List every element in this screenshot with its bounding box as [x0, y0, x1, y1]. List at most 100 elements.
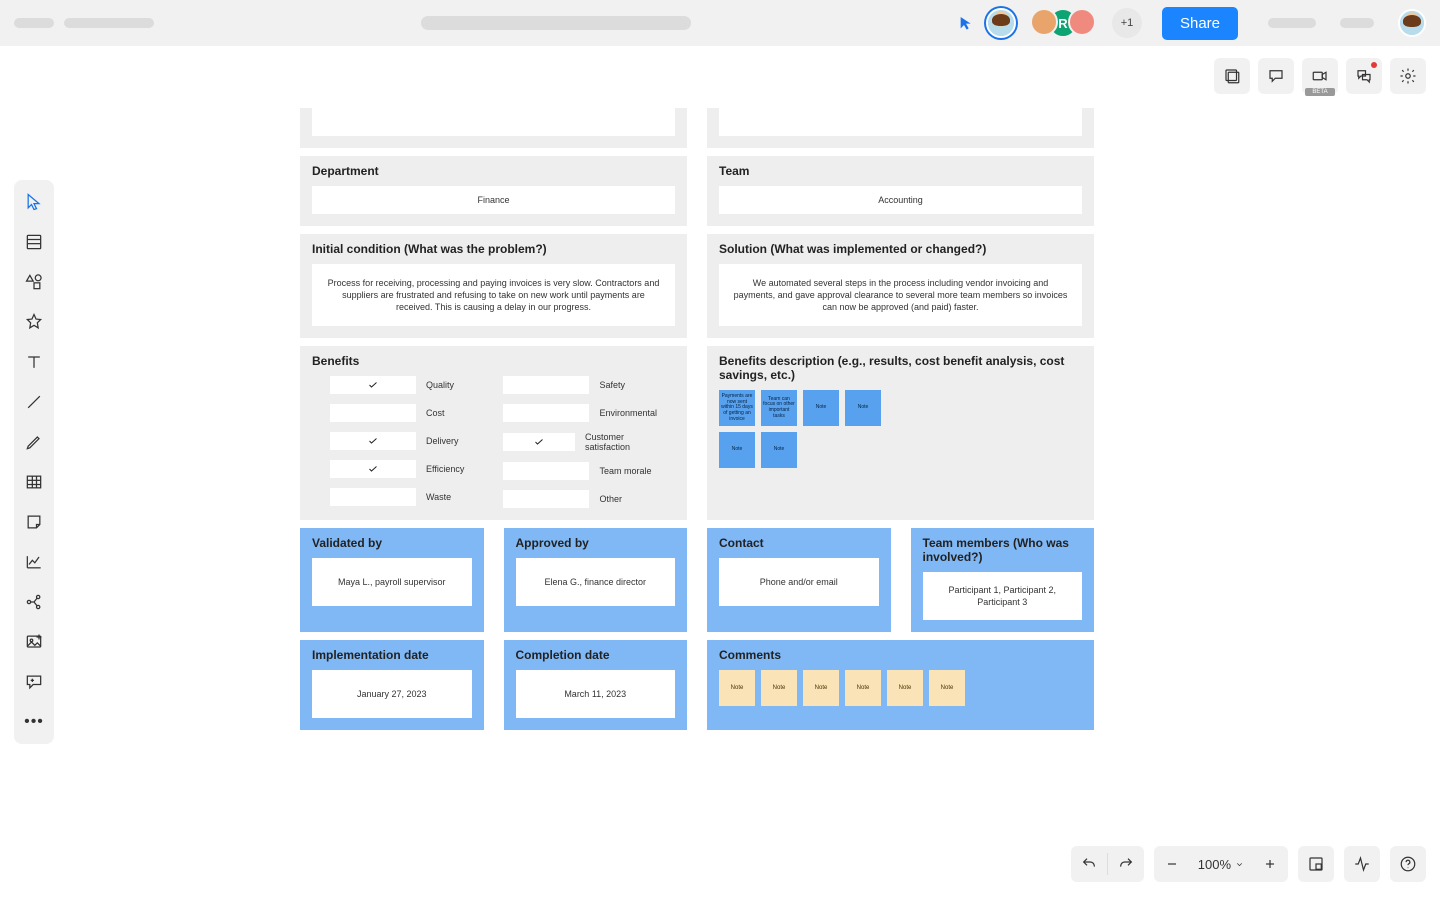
benefit-checkbox[interactable] — [503, 490, 589, 508]
team-card[interactable]: Team Accounting — [707, 156, 1094, 226]
undo-redo-group — [1071, 846, 1144, 882]
solution-card[interactable]: Solution (What was implemented or change… — [707, 234, 1094, 338]
menu-placeholder[interactable] — [14, 18, 54, 28]
sticky-note[interactable]: Team can focus on other important tasks — [761, 390, 797, 426]
benefit-row[interactable]: Safety — [503, 376, 657, 394]
help-button[interactable] — [1390, 846, 1426, 882]
approved-by-card[interactable]: Approved by Elena G., finance director — [504, 528, 688, 632]
initial-condition-card[interactable]: Initial condition (What was the problem?… — [300, 234, 687, 338]
sticky-note[interactable]: Note — [803, 390, 839, 426]
benefit-checkbox[interactable] — [503, 433, 575, 451]
zoom-in-button[interactable] — [1252, 846, 1288, 882]
card-value[interactable]: Accounting — [719, 186, 1082, 214]
overflow-count[interactable]: +1 — [1112, 8, 1142, 38]
text-tool[interactable] — [22, 350, 46, 374]
validated-by-card[interactable]: Validated by Maya L., payroll supervisor — [300, 528, 484, 632]
card-value[interactable]: March 11, 2023 — [516, 670, 676, 718]
sticky-note[interactable]: Payments are now sent within 15 days of … — [719, 390, 755, 426]
sticky-note[interactable]: Note — [761, 670, 797, 706]
canvas-frame[interactable]: Department Finance Team Accounting Initi… — [300, 108, 1094, 738]
zoom-level[interactable]: 100% — [1190, 857, 1252, 872]
share-button[interactable]: Share — [1162, 7, 1238, 40]
card-value[interactable]: Finance — [312, 186, 675, 214]
benefit-row[interactable]: Delivery — [330, 432, 483, 450]
benefit-row[interactable]: Efficiency — [330, 460, 483, 478]
department-card[interactable]: Department Finance — [300, 156, 687, 226]
benefit-label: Efficiency — [426, 464, 464, 474]
shapes-tool[interactable] — [22, 270, 46, 294]
sticky-tool[interactable] — [22, 510, 46, 534]
benefit-checkbox[interactable] — [330, 432, 416, 450]
card-value[interactable]: Process for receiving, processing and pa… — [312, 264, 675, 326]
chat-icon[interactable] — [1346, 58, 1382, 94]
sticky-note[interactable]: Note — [929, 670, 965, 706]
card-value[interactable]: Participant 1, Participant 2, Participan… — [923, 572, 1083, 620]
card-title: Approved by — [516, 536, 676, 550]
redo-button[interactable] — [1108, 846, 1144, 882]
benefit-checkbox[interactable] — [330, 404, 416, 422]
benefit-row[interactable]: Environmental — [503, 404, 657, 422]
activity-button[interactable] — [1344, 846, 1380, 882]
benefit-row[interactable]: Waste — [330, 488, 483, 506]
benefit-checkbox[interactable] — [330, 488, 416, 506]
benefit-row[interactable]: Other — [503, 490, 657, 508]
comment-icon[interactable] — [1258, 58, 1294, 94]
sticky-note[interactable]: Note — [719, 432, 755, 468]
chart-tool[interactable] — [22, 550, 46, 574]
notes-icon[interactable] — [1214, 58, 1250, 94]
settings-icon[interactable] — [1390, 58, 1426, 94]
benefits-card[interactable]: Benefits QualityCostDeliveryEfficiencyWa… — [300, 346, 687, 520]
image-tool[interactable] — [22, 630, 46, 654]
collaborator-avatars[interactable]: R — [1040, 8, 1096, 38]
title-placeholder[interactable] — [64, 18, 154, 28]
presenter-avatar[interactable] — [986, 8, 1016, 38]
benefit-row[interactable]: Customer satisfaction — [503, 432, 657, 452]
template-tool[interactable] — [22, 230, 46, 254]
benefit-row[interactable]: Team morale — [503, 462, 657, 480]
benefit-checkbox[interactable] — [503, 462, 589, 480]
user-avatar[interactable] — [1398, 9, 1426, 37]
sticky-note[interactable]: Note — [761, 432, 797, 468]
benefit-row[interactable]: Cost — [330, 404, 483, 422]
card-value[interactable]: Phone and/or email — [719, 558, 879, 606]
more-tools[interactable]: ••• — [22, 710, 46, 734]
card-cutoff[interactable] — [707, 108, 1094, 148]
table-tool[interactable] — [22, 470, 46, 494]
benefit-row[interactable]: Quality — [330, 376, 483, 394]
benefit-checkbox[interactable] — [503, 376, 589, 394]
avatar[interactable] — [1068, 8, 1096, 36]
sticky-note[interactable]: Note — [719, 670, 755, 706]
benefits-desc-card[interactable]: Benefits description (e.g., results, cos… — [707, 346, 1094, 520]
comment-tool[interactable] — [22, 670, 46, 694]
comp-date-card[interactable]: Completion date March 11, 2023 — [504, 640, 688, 730]
line-tool[interactable] — [22, 390, 46, 414]
card-cutoff[interactable] — [300, 108, 687, 148]
card-value[interactable]: January 27, 2023 — [312, 670, 472, 718]
center-placeholder[interactable] — [421, 16, 691, 30]
minimap-button[interactable] — [1298, 846, 1334, 882]
video-icon[interactable]: BETA — [1302, 58, 1338, 94]
card-value[interactable]: We automated several steps in the proces… — [719, 264, 1082, 326]
sticky-note[interactable]: Note — [803, 670, 839, 706]
benefit-checkbox[interactable] — [330, 460, 416, 478]
impl-date-card[interactable]: Implementation date January 27, 2023 — [300, 640, 484, 730]
contact-card[interactable]: Contact Phone and/or email — [707, 528, 891, 632]
card-value[interactable]: Elena G., finance director — [516, 558, 676, 606]
pen-tool[interactable] — [22, 430, 46, 454]
mindmap-tool[interactable] — [22, 590, 46, 614]
team-members-card[interactable]: Team members (Who was involved?) Partici… — [911, 528, 1095, 632]
benefit-checkbox[interactable] — [503, 404, 589, 422]
star-tool[interactable] — [22, 310, 46, 334]
sticky-note[interactable]: Note — [845, 390, 881, 426]
card-value[interactable]: Maya L., payroll supervisor — [312, 558, 472, 606]
comments-card[interactable]: Comments NoteNoteNoteNoteNoteNote — [707, 640, 1094, 730]
sticky-note[interactable]: Note — [887, 670, 923, 706]
undo-button[interactable] — [1071, 846, 1107, 882]
avatar[interactable] — [1030, 8, 1058, 36]
sticky-note[interactable]: Note — [845, 670, 881, 706]
benefit-checkbox[interactable] — [330, 376, 416, 394]
select-tool[interactable] — [22, 190, 46, 214]
toolbar-placeholder[interactable] — [1340, 18, 1374, 28]
toolbar-placeholder[interactable] — [1268, 18, 1316, 28]
zoom-out-button[interactable] — [1154, 846, 1190, 882]
